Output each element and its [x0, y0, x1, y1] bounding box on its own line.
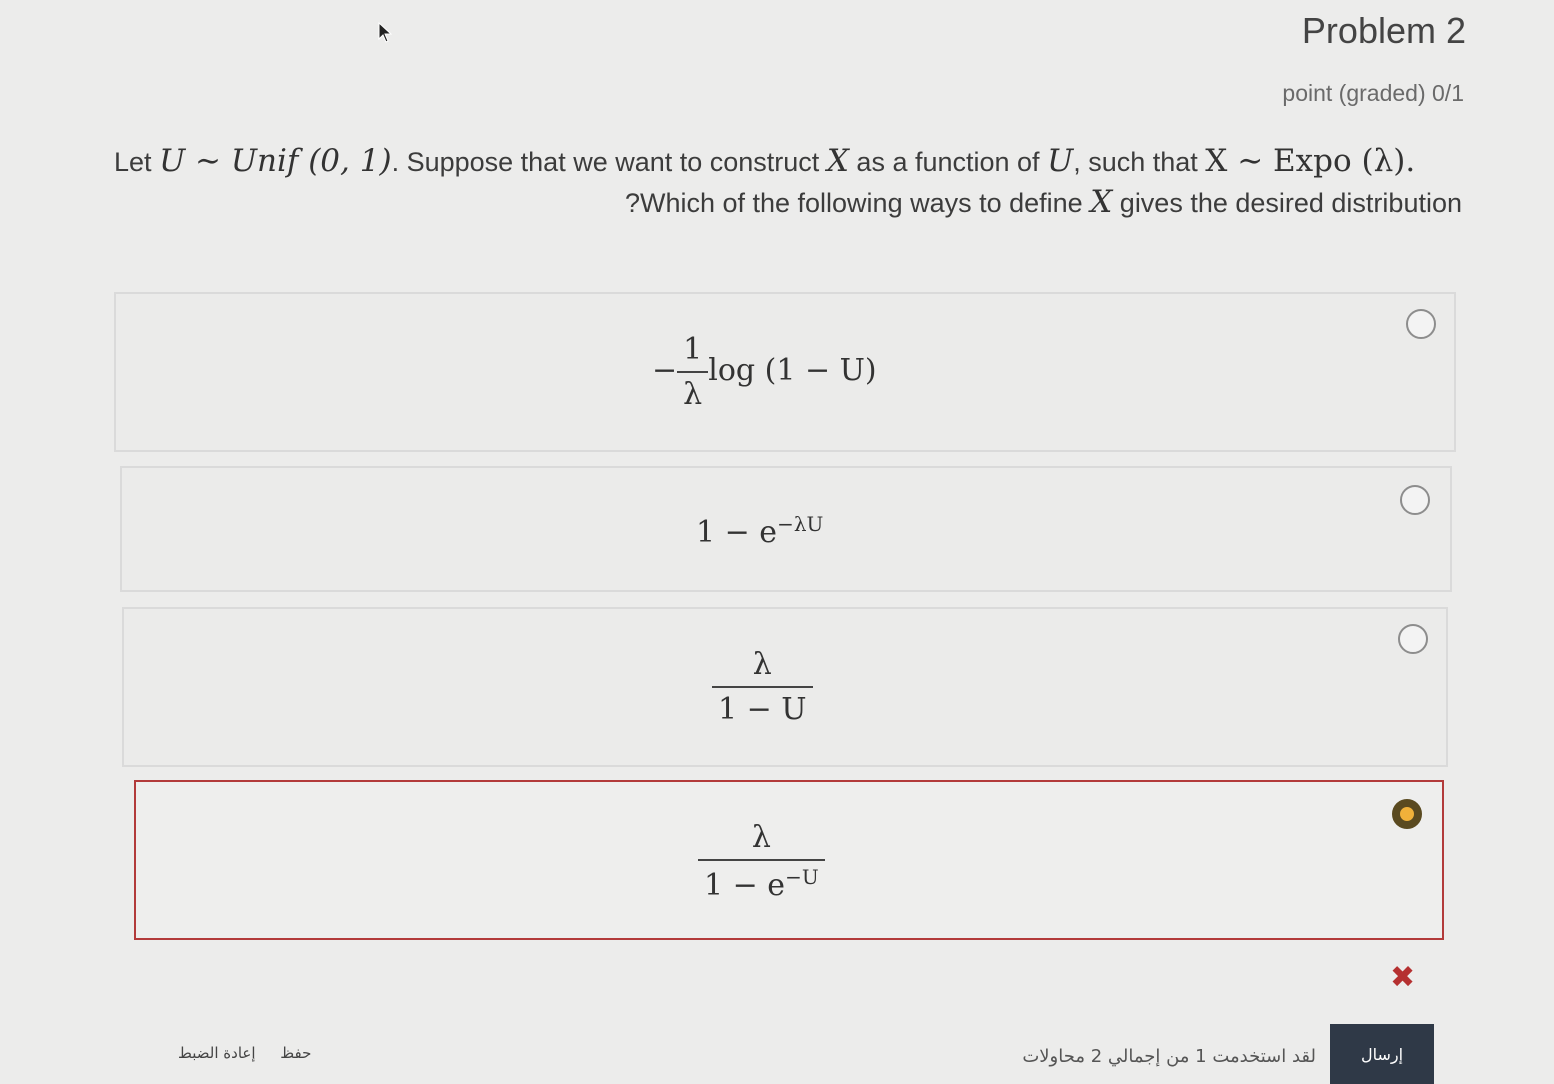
math-variable: X	[1090, 184, 1113, 220]
question-line-1: Let U ∼ Unif (0, 1). Suppose that we wan…	[114, 143, 1415, 179]
radio-button-3[interactable]	[1398, 624, 1428, 654]
fraction-denominator: λ	[677, 371, 709, 412]
choice-2-formula: 1 − e−λU	[696, 512, 823, 550]
radio-button-1[interactable]	[1406, 309, 1436, 339]
choice-3-formula: λ 1 − U	[712, 647, 813, 727]
math-expression: X ∼ Expo (λ).	[1205, 143, 1416, 179]
log-expression: log (1 − U)	[708, 353, 877, 388]
question-text: Let	[114, 147, 152, 177]
answer-choice-3[interactable]: λ 1 − U	[122, 607, 1448, 767]
radio-button-4-selected[interactable]	[1392, 799, 1422, 829]
expression-base: 1 − e	[696, 515, 778, 550]
points-status: point (graded) 0/1	[1282, 80, 1464, 106]
minus-sign: −	[652, 353, 678, 388]
question-text: as a function of	[856, 147, 1040, 177]
math-variable: U	[1047, 143, 1074, 179]
attempts-count: لقد استخدمت 1 من إجمالي 2 محاولات	[1022, 1046, 1316, 1067]
problem-title: Problem 2	[1301, 10, 1466, 51]
question-line-2: ?Which of the following ways to define X…	[625, 184, 1462, 220]
answer-choice-1[interactable]: −1 λ log (1 − U)	[114, 292, 1456, 452]
choice-4-formula: λ 1 − e−U	[698, 820, 825, 903]
choice-1-formula: −1 λ log (1 − U)	[652, 332, 877, 412]
radio-button-2[interactable]	[1400, 485, 1430, 515]
question-text: gives the desired distribution	[1119, 188, 1462, 218]
question-text: ?Which of the following ways to define	[624, 188, 1083, 218]
footer-actions: حفظ إعادة الضبط	[158, 1044, 311, 1062]
question-text: , such that	[1073, 147, 1198, 177]
denominator-base: 1 − e	[704, 868, 786, 903]
incorrect-x-icon: ✖	[1390, 960, 1416, 995]
reset-button[interactable]: إعادة الضبط	[178, 1044, 256, 1062]
fraction-denominator: 1 − U	[712, 686, 813, 727]
denominator-exponent: −U	[785, 865, 819, 889]
math-variable: X	[826, 143, 849, 179]
math-expression: U ∼ Unif (0, 1)	[159, 143, 392, 179]
fraction-numerator: λ	[751, 820, 771, 855]
fraction-denominator: 1 − e−U	[698, 859, 825, 903]
mouse-cursor-icon	[378, 22, 392, 43]
answer-choice-4[interactable]: λ 1 − e−U	[134, 780, 1444, 940]
fraction-numerator: λ	[752, 647, 772, 682]
fraction: 1λ	[677, 332, 709, 412]
answer-choice-2[interactable]: 1 − e−λU	[120, 466, 1452, 592]
fraction: λ 1 − e−U	[698, 820, 825, 903]
fraction-numerator: 1	[683, 332, 703, 367]
fraction: λ 1 − U	[712, 647, 813, 727]
expression-exponent: −λU	[777, 512, 824, 536]
save-button[interactable]: حفظ	[280, 1044, 311, 1062]
question-text: . Suppose that we want to construct	[391, 147, 820, 177]
submit-button[interactable]: إرسال	[1330, 1024, 1434, 1084]
